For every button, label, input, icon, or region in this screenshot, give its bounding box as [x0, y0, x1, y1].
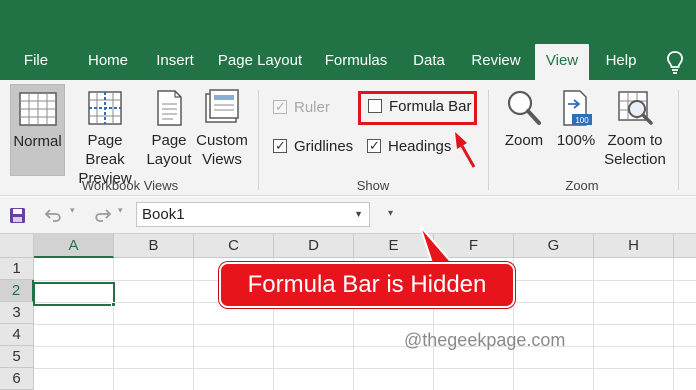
custom-views-label-1: Custom	[196, 132, 248, 149]
tab-file[interactable]: File	[14, 44, 58, 80]
gridline	[34, 346, 696, 347]
quick-access-toolbar: ▾ ▾ Book1 ▼ ▾	[0, 197, 696, 234]
headings-checkbox[interactable]: ✓ Headings	[367, 136, 451, 158]
tab-data[interactable]: Data	[404, 44, 454, 80]
column-header-a[interactable]: A	[34, 234, 114, 258]
zoom-to-selection-button[interactable]: Zoom to Selection	[601, 84, 669, 176]
group-separator	[258, 90, 259, 190]
gridlines-check-icon: ✓	[273, 138, 287, 153]
show-group-label: Show	[356, 178, 390, 193]
zoom-button[interactable]: Zoom	[498, 84, 550, 176]
tab-review[interactable]: Review	[464, 44, 528, 80]
gridlines-checkbox[interactable]: ✓ Gridlines	[273, 136, 353, 158]
name-box-dropdown-icon[interactable]: ▼	[354, 203, 363, 226]
save-icon[interactable]	[9, 207, 26, 224]
column-header-b[interactable]: B	[114, 234, 194, 258]
row-header-3[interactable]: 3	[0, 302, 34, 324]
page-break-label-1: Page Break	[85, 132, 125, 168]
column-header-g[interactable]: G	[514, 234, 594, 258]
column-header-d[interactable]: D	[274, 234, 354, 258]
custom-views-button[interactable]: Custom Views	[196, 84, 248, 176]
row-header-2[interactable]: 2	[0, 280, 34, 302]
gridline	[34, 324, 696, 325]
fill-handle[interactable]	[111, 302, 116, 307]
tab-page-layout[interactable]: Page Layout	[212, 44, 308, 80]
name-box[interactable]: Book1 ▼	[136, 202, 370, 227]
redo-dropdown-icon[interactable]: ▾	[118, 205, 123, 216]
page-break-preview-button[interactable]: Page Break Preview	[67, 84, 143, 187]
column-header-f[interactable]: F	[434, 234, 514, 258]
column-header-overflow	[674, 234, 696, 258]
page-layout-icon	[157, 90, 182, 126]
tab-insert[interactable]: Insert	[148, 44, 202, 80]
undo-dropdown-icon[interactable]: ▾	[70, 205, 75, 216]
column-header-c[interactable]: C	[194, 234, 274, 258]
group-separator	[678, 90, 679, 190]
zoom-group-label: Zoom	[565, 178, 599, 193]
customize-toolbar-icon[interactable]: ▾	[388, 208, 393, 219]
gridline	[673, 258, 674, 390]
custom-views-icon	[205, 89, 239, 123]
row-header-6[interactable]: 6	[0, 368, 34, 390]
row-header-4[interactable]: 4	[0, 324, 34, 346]
zoom-selection-label-1: Zoom to	[607, 132, 663, 149]
row-header-1[interactable]: 1	[0, 258, 34, 280]
formula-bar-highlight-box	[358, 91, 477, 125]
formula-bar-hidden-callout: Formula Bar is Hidden	[219, 262, 515, 308]
ruler-check-icon: ✓	[273, 99, 287, 114]
worksheet-grid[interactable]: A B C D E F G H 1 2 3 4 5 6	[0, 234, 696, 390]
zoom-selection-label-2: Selection	[604, 151, 666, 168]
row-header-5[interactable]: 5	[0, 346, 34, 368]
gridlines-label: Gridlines	[294, 138, 354, 155]
gridline	[193, 258, 194, 390]
normal-label: Normal	[13, 133, 62, 150]
ribbon-view-panel: Normal Page Break Preview Page Layout Cu…	[0, 80, 696, 196]
ruler-label: Ruler	[294, 99, 330, 116]
tab-help[interactable]: Help	[596, 44, 646, 80]
tab-home[interactable]: Home	[80, 44, 136, 80]
undo-icon[interactable]	[44, 207, 64, 223]
page-layout-label-1: Page	[151, 132, 187, 149]
name-box-value: Book1	[142, 206, 185, 223]
redo-icon[interactable]	[92, 207, 112, 223]
column-header-e[interactable]: E	[354, 234, 434, 258]
zoom-100-icon: 100	[563, 90, 592, 126]
zoom-100-label: 100%	[556, 132, 596, 149]
select-all-corner[interactable]	[0, 234, 34, 258]
gridline	[113, 258, 114, 390]
active-cell-a2[interactable]	[33, 282, 115, 306]
headings-label: Headings	[388, 138, 452, 155]
normal-view-icon	[18, 92, 57, 126]
ribbon-tab-bar: File Home Insert Page Layout Formulas Da…	[0, 0, 696, 80]
zoom-label: Zoom	[504, 132, 544, 149]
watermark-text: @thegeekpage.com	[404, 330, 566, 350]
ruler-checkbox[interactable]: ✓ Ruler	[273, 97, 330, 119]
page-layout-view-button[interactable]: Page Layout	[144, 84, 194, 176]
column-header-h[interactable]: H	[594, 234, 674, 258]
zoom-to-selection-icon	[618, 91, 653, 125]
zoom-100-icon-text: 100	[575, 116, 589, 125]
gridline	[34, 368, 696, 369]
group-separator	[488, 90, 489, 190]
workbook-views-group-label: Workbook Views	[81, 178, 179, 193]
tab-formulas[interactable]: Formulas	[318, 44, 394, 80]
page-layout-label-2: Layout	[146, 151, 192, 168]
headings-check-icon: ✓	[367, 138, 381, 153]
lightbulb-icon[interactable]	[664, 50, 686, 74]
zoom-100-button[interactable]: 100 100%	[552, 84, 600, 176]
page-break-preview-icon	[88, 91, 122, 125]
custom-views-label-2: Views	[202, 151, 242, 168]
tab-view[interactable]: View	[535, 44, 589, 80]
normal-view-button[interactable]: Normal	[10, 84, 65, 176]
gridline	[593, 258, 594, 390]
magnifier-icon	[507, 90, 541, 125]
